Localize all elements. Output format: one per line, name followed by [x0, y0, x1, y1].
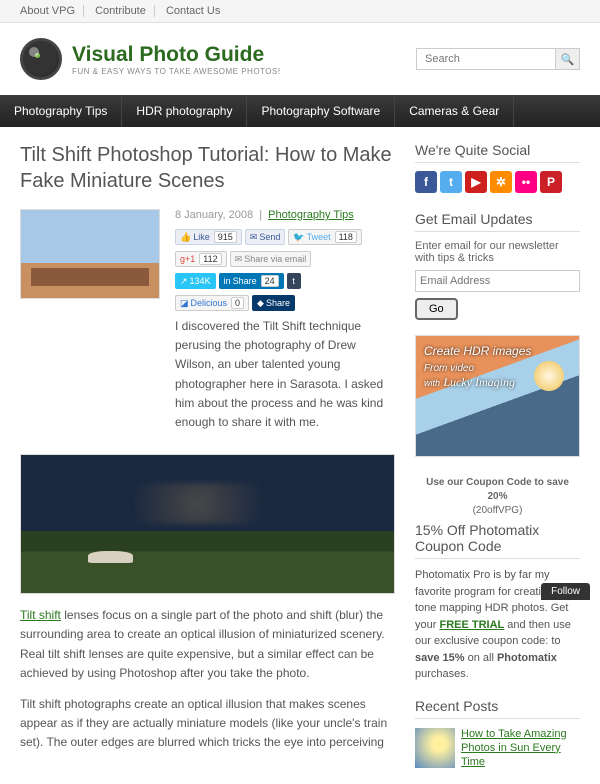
twitter-icon[interactable]: t [440, 171, 462, 193]
ad-caption: Use our Coupon Code to save 20%(20offVPG… [415, 472, 580, 522]
facebook-icon[interactable]: f [415, 171, 437, 193]
recent-heading: Recent Posts [415, 698, 580, 719]
email-share-button[interactable]: ✉ Share via email [230, 251, 312, 267]
recent-post-thumb [415, 728, 455, 768]
logo-subtitle: FUN & EASY WAYS TO TAKE AWESOME PHOTOS! [72, 67, 281, 76]
free-trial-link[interactable]: FREE TRIAL [439, 619, 504, 631]
article-intro: I discovered the Tilt Shift technique pe… [175, 317, 395, 432]
fb-like-button[interactable]: 👍 Like915 [175, 229, 242, 245]
article-title: Tilt Shift Photoshop Tutorial: How to Ma… [20, 142, 395, 194]
flickr-icon[interactable]: •• [515, 171, 537, 193]
search-input[interactable] [416, 48, 556, 70]
topnav-contact[interactable]: Contact Us [166, 5, 228, 17]
sidebar-email-heading: Get Email Updates [415, 211, 580, 232]
topnav-about[interactable]: About VPG [20, 5, 84, 17]
topnav-contribute[interactable]: Contribute [95, 5, 155, 17]
main-nav: Photography Tips HDR photography Photogr… [0, 95, 600, 127]
gplus-button[interactable]: g+1 112 [175, 251, 227, 267]
rss-icon[interactable]: ✲ [490, 171, 512, 193]
linkedin-button[interactable]: in Share 24 [219, 273, 284, 289]
tilt-shift-link[interactable]: Tilt shift [20, 608, 61, 622]
ad-box[interactable]: Create HDR images From video with Lucky … [415, 335, 580, 457]
logo-title: Visual Photo Guide [72, 43, 281, 67]
article-p3: Tilt shift photographs create an optical… [20, 695, 395, 753]
site-logo[interactable]: Visual Photo Guide FUN & EASY WAYS TO TA… [20, 38, 281, 80]
follow-tab[interactable]: Follow [541, 583, 590, 600]
nav-tips[interactable]: Photography Tips [0, 95, 122, 127]
tweet-button[interactable]: 🐦 Tweet118 [288, 229, 362, 245]
article-thumbnail[interactable] [20, 209, 160, 299]
nav-software[interactable]: Photography Software [247, 95, 395, 127]
article-image-beach[interactable] [20, 454, 395, 594]
promo-heading: 15% Off Photomatix Coupon Code [415, 522, 580, 559]
article-meta: 8 January, 2008 | Photography Tips [175, 209, 395, 221]
article-p2: Tilt shift lenses focus on a single part… [20, 606, 395, 683]
recent-post-link[interactable]: How to Take Amazing Photos in Sun Every … [461, 727, 580, 770]
sidebar-social-heading: We're Quite Social [415, 142, 580, 163]
ad-text: Create HDR images From video with Lucky … [424, 344, 531, 391]
search-form: 🔍 [416, 48, 580, 70]
category-link[interactable]: Photography Tips [268, 209, 354, 221]
email-lead: Enter email for our newsletter with tips… [415, 240, 580, 264]
recent-post-item[interactable]: How to Take Amazing Photos in Sun Every … [415, 727, 580, 770]
lens-icon [20, 38, 62, 80]
diigo-share-button[interactable]: ◆ Share [252, 295, 295, 311]
nav-hdr[interactable]: HDR photography [122, 95, 247, 127]
nav-gear[interactable]: Cameras & Gear [395, 95, 514, 127]
search-button[interactable]: 🔍 [556, 48, 580, 70]
go-button[interactable]: Go [415, 298, 458, 320]
pinterest-icon[interactable]: P [540, 171, 562, 193]
tumblr-button[interactable]: t [287, 273, 301, 289]
delicious-button[interactable]: ◪ Delicious0 [175, 295, 249, 311]
fb-send-button[interactable]: ✉ Send [245, 229, 286, 245]
email-input[interactable] [415, 270, 580, 292]
share-count-button[interactable]: ↗ 134K [175, 273, 216, 289]
youtube-icon[interactable]: ▶ [465, 171, 487, 193]
